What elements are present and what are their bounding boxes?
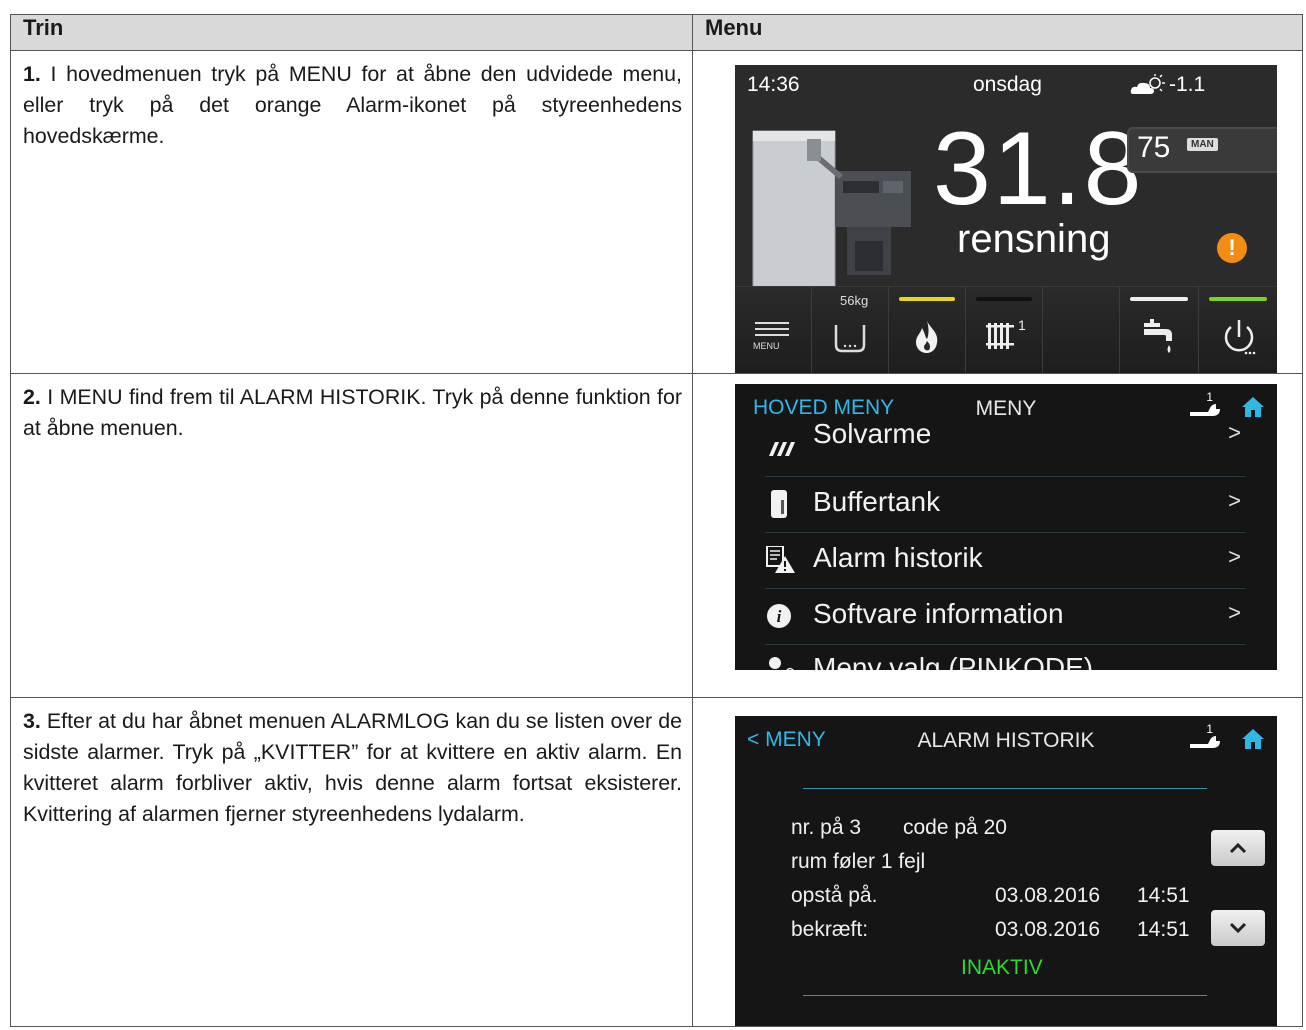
menu-item-meny-valg[interactable]: Meny valg (PINKODE) [765,642,1245,670]
header-menu: Menu [692,14,1303,51]
alarm-state: INAKTIV [961,956,1043,979]
divider-bottom [803,995,1207,996]
info-icon: i [767,604,791,628]
step-1-number: 1. [23,62,41,86]
alarm-name: rum føler 1 fejl [791,850,926,873]
alarm-history-icon [766,546,795,573]
hamburger-icon [755,322,789,336]
boiler-status: rensning [957,217,1111,261]
svg-text:i: i [777,607,782,626]
burner-indicator [899,297,955,301]
radiator-icon [986,323,1014,349]
header-icons: 1 [1188,390,1265,418]
chevron-right-icon: > [1228,600,1241,625]
step-1-body: I hovedmenuen tryk på MENU for at åbne d… [23,62,682,148]
circuit-index: 1 [1018,317,1026,333]
alarm-exclamation-icon[interactable]: ! [1217,233,1247,263]
back-to-menu-link[interactable]: < MENY [747,728,826,752]
alarm-history-screen: ALARM HISTORIK < MENY 1 nr. på 3 code på… [735,716,1277,1026]
bottom-toolbar: MENU 56kg 1 [735,286,1277,373]
alarm-header: ALARM HISTORIK < MENY 1 [735,716,1277,766]
step-3-number: 3. [23,709,41,733]
chevron-right-icon: > [1228,420,1241,445]
step-2-body: I MENU find frem til ALARM HISTORIK. Try… [23,385,682,440]
menu-item-label: Softvare information [813,598,1064,629]
empty-slot [1043,287,1120,373]
power-indicator [1209,297,1267,301]
flame-icon [916,321,938,353]
hot-water-indicator [1130,297,1188,301]
buffer-tank-icon [771,490,787,518]
step-1-screen-cell: 14:36 onsdag -1.1 31.8 rensning 75 MAN !… [692,50,1303,374]
menu-item-buffertank[interactable]: Buffertank > [765,476,1245,533]
header-step: Trin [10,14,693,51]
outdoor-temperature: -1.1 [1169,73,1206,96]
confirmed-date: 03.08.2016 [995,918,1101,941]
main-screen: 14:36 onsdag -1.1 31.8 rensning 75 MAN !… [735,65,1277,373]
clock-time: 14:36 [747,73,800,96]
fuel-button[interactable]: 56kg [812,287,889,373]
alarm-number: nr. på 3 [791,816,862,839]
scroll-up-button[interactable] [1211,830,1265,866]
chevron-right-icon: > [1228,544,1241,569]
occurred-label: opstå på. [791,884,878,907]
scroll-down-button[interactable] [1211,910,1265,946]
confirmed-label: bekræft: [791,918,869,941]
step-3-body: Efter at du har åbnet menuen ALARMLOG ka… [23,709,682,826]
wrench-icon[interactable] [1188,732,1222,750]
wrench-badge: 1 [1206,390,1213,404]
weather-display: -1.1 [1129,73,1205,97]
menu-item-label: Meny valg (PINKODE) [813,652,1094,670]
step-2-number: 2. [23,385,41,409]
fuel-level: 56kg [840,293,869,308]
fuel-hopper-icon [834,325,866,353]
menu-button[interactable]: MENU [735,287,812,373]
home-icon[interactable] [1241,396,1265,418]
divider-top [803,788,1207,789]
menu-item-softvare-information[interactable]: i Softvare information > [765,588,1245,645]
setpoint-button[interactable]: 75 MAN [1127,127,1277,173]
burner-button[interactable] [889,287,966,373]
header-icons: 1 [1188,722,1265,750]
boiler-temperature: 31.8 [933,111,1144,227]
mode-badge: MAN [1187,138,1218,151]
main-menu-link[interactable]: HOVED MENY [753,396,894,420]
step-3-text: 3. Efter at du har åbnet menuen ALARMLOG… [10,697,693,1027]
menu-item-label: Solvarme [813,418,932,449]
faucet-icon [1144,319,1172,353]
steps-table: Trin Menu 1. I hovedmenuen tryk på MENU … [10,14,1303,1027]
heating-indicator [976,297,1032,301]
chevron-up-icon [1229,842,1247,854]
chevron-down-icon [1229,922,1247,934]
chevron-right-icon: > [1228,488,1241,513]
menu-item-solvarme[interactable]: Solvarme > [765,418,1245,477]
home-icon[interactable] [1241,728,1265,750]
menu-item-label: Buffertank [813,486,941,517]
solar-icon [769,442,795,456]
alarm-code: code på 20 [903,816,1007,839]
setpoint-value: 75 [1137,131,1171,164]
heating-circuit-button[interactable]: 1 [966,287,1043,373]
wrench-icon[interactable] [1188,400,1222,418]
partly-cloudy-icon [1130,74,1165,94]
occurred-date: 03.08.2016 [995,884,1101,907]
menu-item-alarm-historik[interactable]: Alarm historik > [765,532,1245,589]
step-1-text: 1. I hovedmenuen tryk på MENU for at åbn… [10,50,693,374]
occurred-time: 14:51 [1137,884,1190,907]
step-2-screen-cell: MENY HOVED MENY 1 Solvarme > Buffertank … [692,373,1303,698]
step-2-text: 2. I MENU find frem til ALARM HISTORIK. … [10,373,693,698]
step-3-screen-cell: ALARM HISTORIK < MENY 1 nr. på 3 code på… [692,697,1303,1027]
power-icon [1224,320,1256,355]
menu-label: MENU [753,341,780,351]
confirmed-time: 14:51 [1137,918,1190,941]
menu-screen: MENY HOVED MENY 1 Solvarme > Buffertank … [735,384,1277,670]
wrench-badge: 1 [1206,722,1213,736]
boiler-image [752,130,911,292]
user-lock-icon [769,657,794,670]
menu-item-label: Alarm historik [813,542,983,573]
power-button[interactable] [1199,287,1277,373]
hot-water-button[interactable] [1120,287,1199,373]
weekday: onsdag [973,73,1042,96]
